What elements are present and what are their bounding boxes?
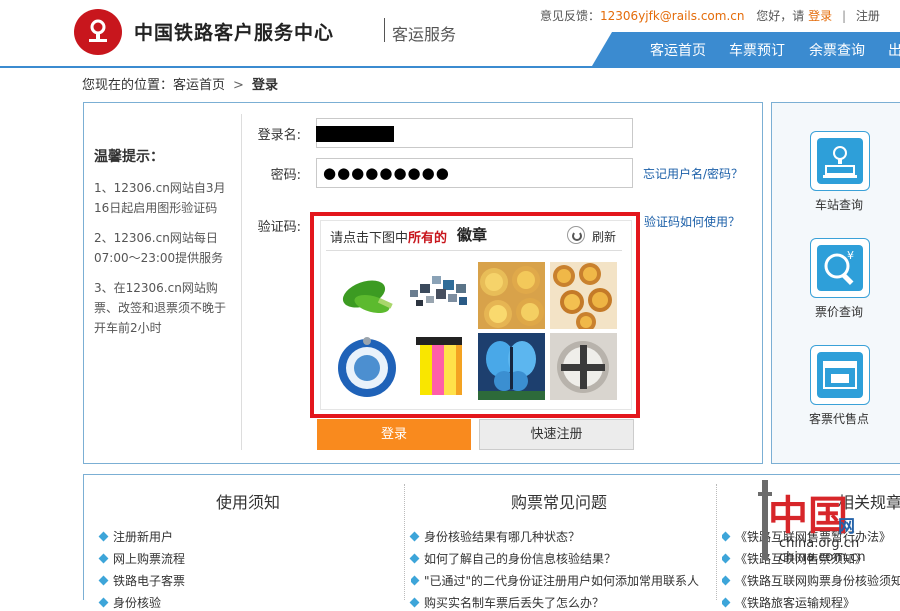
site-title: 中国铁路客户服务中心 xyxy=(134,22,335,44)
list-item[interactable]: "已通过"的二代身份证注册用户如何添加常用联系人 xyxy=(411,572,706,589)
ticket-agent-button[interactable] xyxy=(810,345,870,405)
list-item[interactable]: 购买实名制车票后丢失了怎么办？ xyxy=(411,594,604,611)
password-label: 密码: xyxy=(270,168,301,183)
breadcrumb-prefix: 您现在的位置： xyxy=(82,78,174,93)
nav-item-ticket-query[interactable]: 余票查询 xyxy=(809,40,865,60)
captcha-target-word: 徽章 xyxy=(457,226,488,244)
column-divider xyxy=(404,484,405,600)
nav-item-home[interactable]: 客运首页 xyxy=(650,40,706,60)
site-subtitle: 客运服务 xyxy=(392,25,457,44)
top-login-link[interactable]: 登录 xyxy=(808,9,832,23)
captcha-image-egg-tarts[interactable] xyxy=(478,262,545,329)
breadcrumb: 您现在的位置：客运首页 > 登录 xyxy=(82,74,278,93)
captcha-label: 验证码: xyxy=(257,220,301,235)
column-title-usage: 使用须知 xyxy=(216,493,281,512)
tip-item: 2、12306.cn网站每日07:00～23:00提供服务 xyxy=(94,231,224,265)
list-item[interactable]: 如何了解自己的身份信息核验结果？ xyxy=(411,550,616,567)
forgot-password-link[interactable]: 忘记用户名/密码？ xyxy=(643,165,743,182)
captcha-prompt: 请点击下图中所有的 xyxy=(330,227,447,246)
side-item-station-label[interactable]: 车站查询 xyxy=(815,196,863,213)
watermark-url-com: china.com.cn xyxy=(779,550,866,565)
list-item[interactable]: 《铁路旅客运输规程》 xyxy=(722,594,900,611)
price-search-icon: ¥ xyxy=(817,245,863,291)
top-register-link[interactable]: 注册 xyxy=(856,9,880,23)
station-icon xyxy=(817,138,863,184)
watermark-brand-net: 网 xyxy=(838,517,855,537)
column-divider xyxy=(716,484,717,600)
breadcrumb-home[interactable]: 客运首页 xyxy=(173,78,225,93)
svg-text:¥: ¥ xyxy=(847,249,854,262)
watermark-url-org: china.org.cn xyxy=(779,536,860,551)
top-links: 意见反馈：12306yjfk@rails.com.cn 您好，请 登录 | 注册 xyxy=(540,7,880,24)
refresh-icon[interactable] xyxy=(567,226,585,244)
captcha-image-silver-badge[interactable] xyxy=(550,333,617,400)
breadcrumb-separator: > xyxy=(233,78,244,93)
list-item[interactable]: 身份核验 xyxy=(100,594,161,611)
breadcrumb-current: 登录 xyxy=(251,78,278,93)
list-item[interactable]: 《铁路互联网购票身份核验须知》 xyxy=(722,572,900,589)
list-item[interactable]: 铁路电子客票 xyxy=(100,572,185,589)
list-item[interactable]: 身份核验结果有哪几种状态？ xyxy=(411,528,580,545)
captcha-prompt-prefix: 请点击下图中 xyxy=(330,231,409,246)
captcha-refresh-button[interactable]: 刷新 xyxy=(592,228,616,245)
feedback-label: 意见反馈： xyxy=(540,9,601,23)
top-link-separator: | xyxy=(841,9,847,23)
column-title-faq: 购票常见问题 xyxy=(511,493,608,512)
tip-item: 3、在12306.cn网站购票、改签和退票须不晚于开车前2小时 xyxy=(94,281,227,335)
captcha-divider xyxy=(326,250,622,251)
username-label: 登录名: xyxy=(257,128,301,143)
captcha-prompt-emphasis: 所有的 xyxy=(408,231,448,246)
price-query-button[interactable]: ¥ xyxy=(810,238,870,298)
captcha-image-vegetable[interactable] xyxy=(334,262,401,329)
station-query-button[interactable] xyxy=(810,131,870,191)
tip-item: 1、12306.cn网站自3月16日起启用图形验证码 xyxy=(94,181,226,215)
captcha-image-blue-badge[interactable] xyxy=(334,333,401,400)
railway-logo-icon xyxy=(89,19,107,42)
nav-item-booking[interactable]: 车票预订 xyxy=(729,40,785,60)
greeting-text: 您好，请 xyxy=(756,9,805,23)
tips-title: 温馨提示： xyxy=(94,149,164,165)
nav-item-more[interactable]: 出 xyxy=(888,40,900,60)
ticket-agent-icon xyxy=(817,352,863,398)
title-divider xyxy=(384,18,385,42)
captcha-image-sticky-notes[interactable] xyxy=(406,333,473,400)
side-item-agent-label[interactable]: 客票代售点 xyxy=(809,410,869,427)
header-divider xyxy=(0,66,900,68)
list-item[interactable]: 网上购票流程 xyxy=(100,550,185,567)
watermark-brand-cn: 中国 xyxy=(768,493,848,539)
captcha-image-butterfly[interactable] xyxy=(478,333,545,400)
side-item-price-label[interactable]: 票价查询 xyxy=(815,303,863,320)
list-item[interactable]: 注册新用户 xyxy=(100,528,173,545)
captcha-image-tart-tray[interactable] xyxy=(550,262,617,329)
username-redaction xyxy=(316,126,394,142)
quick-register-button[interactable]: 快速注册 xyxy=(479,419,634,450)
captcha-help-link[interactable]: 验证码如何使用？ xyxy=(644,213,740,230)
feedback-email-link[interactable]: 12306yjfk@rails.com.cn xyxy=(600,9,744,23)
password-value: ●●●●●●●●● xyxy=(323,164,450,182)
login-button[interactable]: 登录 xyxy=(317,419,471,450)
captcha-image-photo-wall[interactable] xyxy=(406,262,473,329)
